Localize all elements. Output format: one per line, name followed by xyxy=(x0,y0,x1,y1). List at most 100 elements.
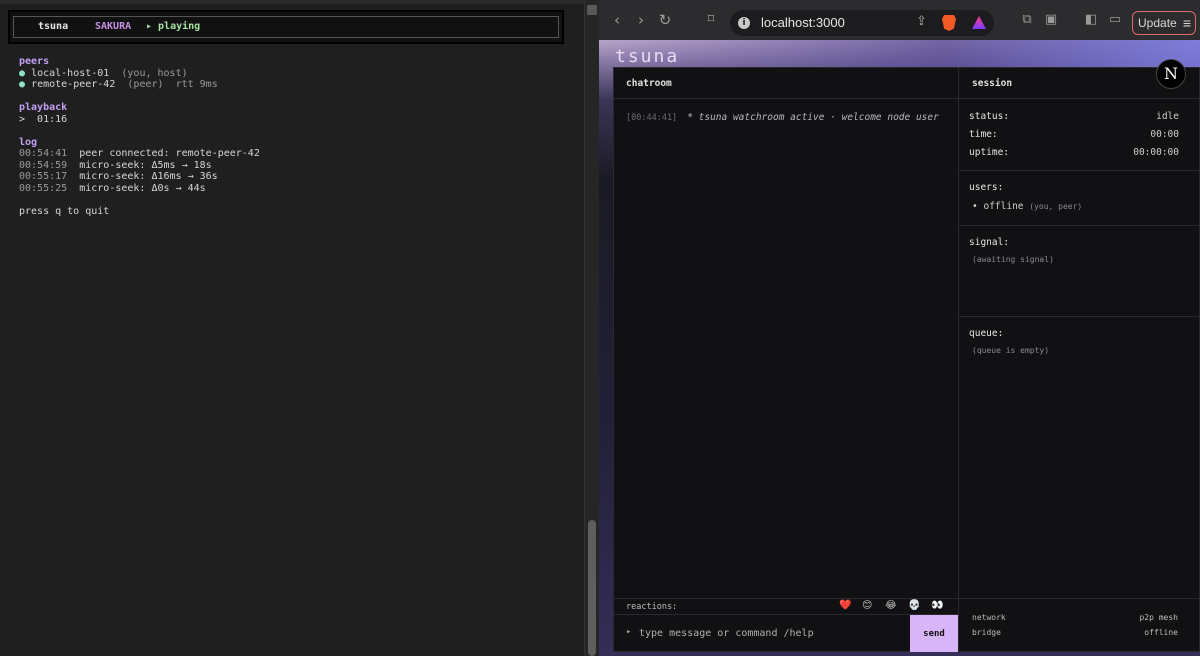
peer-row: ● remote-peer-42 (peer) rtt 9ms xyxy=(19,79,579,91)
screenshot-icon[interactable]: ▣ xyxy=(1043,12,1059,28)
terminal-scrollbar[interactable] xyxy=(584,0,599,656)
scrollbar-thumb[interactable] xyxy=(588,520,596,656)
scroll-up-icon[interactable] xyxy=(587,5,597,15)
log-entry: 00:54:59 micro-seek: Δ5ms → 18s xyxy=(19,160,579,172)
user-tag: (you, peer) xyxy=(1029,202,1083,211)
peer-note: (peer) xyxy=(127,79,164,90)
user-item: • offline (you, peer) xyxy=(972,201,1082,212)
log-title: log xyxy=(19,136,38,148)
divider xyxy=(959,316,1200,317)
app-panel: chatroom [00:44:41] * tsuna watchroom act… xyxy=(613,59,1200,653)
terminal-header-box: tsuna SAKURA ▸ playing xyxy=(8,10,564,44)
queue-label: queue: xyxy=(969,328,1004,339)
smile-reaction-icon[interactable]: 😊 xyxy=(862,600,872,611)
browser-window: ‹ › ↻ ⌑ i localhost:3000 ⇪ ⧉ ▣ ◧ ▭ Updat… xyxy=(599,0,1200,656)
queue-hint: (queue is empty) xyxy=(972,346,1050,355)
network-row: network p2p mesh xyxy=(972,613,1178,622)
bookmark-icon[interactable]: ⌑ xyxy=(703,12,719,28)
chat-message-text: * tsuna watchroom active · welcome node … xyxy=(687,112,939,123)
terminal-app-name: tsuna xyxy=(38,21,69,33)
terminal-body: peers ● local-host-01 (you, host) ● remo… xyxy=(19,56,579,217)
extensions-icon[interactable]: ⧉ xyxy=(1019,12,1035,28)
divider xyxy=(959,225,1200,226)
terminal-room-name: SAKURA xyxy=(95,21,132,33)
update-label: Update xyxy=(1138,16,1177,30)
site-info-icon[interactable]: i xyxy=(738,17,750,29)
peer-name: local-host-01 xyxy=(31,67,110,79)
forward-icon[interactable]: › xyxy=(633,12,649,28)
send-button[interactable]: send xyxy=(910,615,958,652)
peers-title: peers xyxy=(19,56,50,67)
update-button[interactable]: Update ≡ xyxy=(1132,11,1196,35)
log-message: micro-seek: Δ0s → 44s xyxy=(79,182,206,194)
bridge-value: offline xyxy=(1144,628,1178,637)
next-logo-icon[interactable]: N xyxy=(1156,59,1186,89)
network-value: p2p mesh xyxy=(1139,613,1178,622)
status-value: idle xyxy=(1156,111,1179,122)
log-time: 00:55:25 xyxy=(19,182,68,194)
status-row: status: idle xyxy=(969,111,1179,122)
eyes-reaction-icon[interactable]: 👀 xyxy=(931,600,943,611)
user-bullet-icon: • xyxy=(972,201,978,212)
bridge-row: bridge offline xyxy=(972,628,1178,637)
peer-note: (you, host) xyxy=(121,67,188,79)
terminal-header-inner: tsuna SAKURA ▸ playing xyxy=(13,16,559,38)
wallet-icon[interactable]: ▭ xyxy=(1107,12,1123,28)
chatroom-pane: chatroom [00:44:41] * tsuna watchroom act… xyxy=(614,68,959,653)
url-text[interactable]: localhost:3000 xyxy=(761,15,845,30)
peer-status-dot-icon: ● xyxy=(19,67,26,79)
log-entry: 00:54:41 peer connected: remote-peer-42 xyxy=(19,148,579,160)
share-icon[interactable]: ⇪ xyxy=(916,14,927,29)
peer-rtt: rtt 9ms xyxy=(175,79,218,90)
peer-name: remote-peer-42 xyxy=(31,79,116,90)
user-name: offline xyxy=(983,201,1024,212)
page-viewport: tsuna chatroom [00:44:41] * tsuna watchro… xyxy=(599,40,1200,656)
chat-message: [00:44:41] * tsuna watchroom active · wel… xyxy=(626,112,939,123)
reactions-label: reactions: xyxy=(626,602,678,612)
network-label: network xyxy=(972,613,1006,622)
sidebar-icon[interactable]: ◧ xyxy=(1083,12,1099,28)
reload-icon[interactable]: ↻ xyxy=(657,12,673,28)
time-label: time: xyxy=(969,129,998,140)
skull-reaction-icon[interactable]: 💀 xyxy=(908,600,920,611)
time-value: 00:00 xyxy=(1150,129,1179,140)
brave-rewards-icon[interactable] xyxy=(972,16,986,29)
brave-shields-icon[interactable] xyxy=(942,15,956,31)
signal-label: signal: xyxy=(969,237,1010,248)
browser-toolbar: ‹ › ↻ ⌑ i localhost:3000 ⇪ ⧉ ▣ ◧ ▭ Updat… xyxy=(599,0,1200,40)
divider xyxy=(959,598,1200,599)
signal-hint: (awaiting signal) xyxy=(972,255,1054,264)
log-message: micro-seek: Δ16ms → 36s xyxy=(79,171,218,182)
menu-icon[interactable]: ≡ xyxy=(1183,12,1191,34)
uptime-label: uptime: xyxy=(969,147,1010,158)
uptime-value: 00:00:00 xyxy=(1133,147,1179,158)
log-time: 00:54:41 xyxy=(19,148,68,159)
log-entry: 00:55:25 micro-seek: Δ0s → 44s xyxy=(19,183,579,195)
address-bar[interactable]: i localhost:3000 ⇪ xyxy=(730,10,994,36)
divider xyxy=(959,170,1200,171)
log-entry: 00:55:17 micro-seek: Δ16ms → 36s xyxy=(19,171,579,183)
site-title: tsuna xyxy=(615,46,680,67)
chat-message-time: [00:44:41] xyxy=(626,113,678,123)
log-message: peer connected: remote-peer-42 xyxy=(79,148,260,159)
peer-status-dot-icon: ● xyxy=(19,79,26,90)
message-input[interactable] xyxy=(639,624,904,642)
heart-reaction-icon[interactable]: ❤️ xyxy=(839,600,851,611)
chatroom-heading: chatroom xyxy=(614,68,959,99)
playback-title: playback xyxy=(19,102,68,113)
users-label: users: xyxy=(969,182,1004,193)
quit-hint: press q to quit xyxy=(19,205,110,217)
back-icon[interactable]: ‹ xyxy=(609,12,625,28)
uptime-row: uptime: 00:00:00 xyxy=(969,147,1179,158)
session-pane: session N status: idle time: 00:00 uptime:… xyxy=(959,59,1200,653)
reactions-bar: reactions: ❤️ 😊 😂 💀 👀 xyxy=(614,598,959,614)
bridge-label: bridge xyxy=(972,628,1001,637)
terminal-playback-state: ▸ playing xyxy=(146,21,201,33)
terminal-window[interactable]: tsuna SAKURA ▸ playing peers ● local-hos… xyxy=(0,0,584,656)
log-time: 00:55:17 xyxy=(19,171,68,182)
terminal-title-bar xyxy=(0,0,584,4)
log-message: micro-seek: Δ5ms → 18s xyxy=(79,159,212,171)
status-label: status: xyxy=(969,111,1010,122)
prompt-arrow-icon: ▸ xyxy=(626,627,632,637)
laugh-reaction-icon[interactable]: 😂 xyxy=(885,600,897,611)
